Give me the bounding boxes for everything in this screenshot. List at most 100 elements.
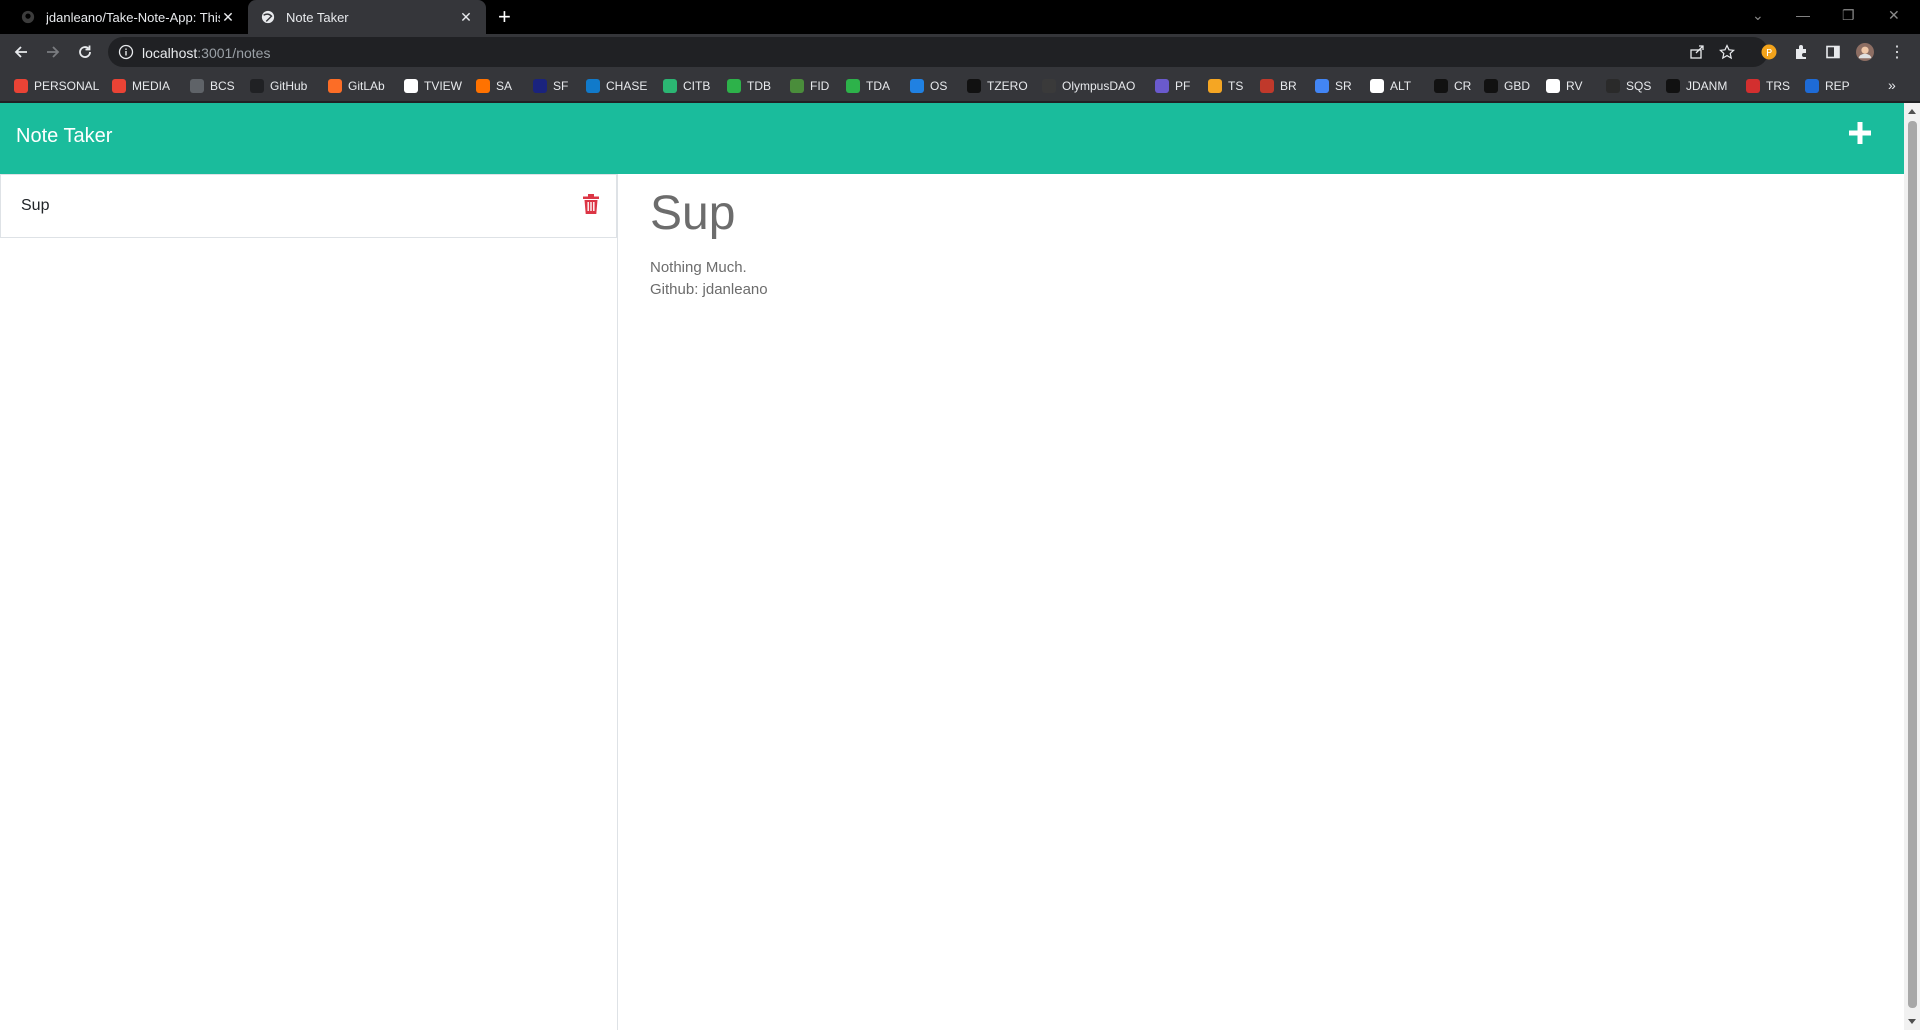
menu-icon[interactable]: ⋮	[1888, 43, 1906, 61]
bookmark-label: OlympusDAO	[1062, 79, 1136, 93]
star-icon[interactable]	[1718, 43, 1736, 61]
add-note-icon[interactable]	[1848, 121, 1872, 145]
new-tab-button[interactable]: +	[498, 5, 511, 29]
bookmark-alt[interactable]: ALT	[1370, 77, 1411, 95]
bookmark-sr[interactable]: SR	[1315, 77, 1352, 95]
bookmark-chase[interactable]: CHASE	[586, 77, 647, 95]
back-icon[interactable]	[9, 40, 33, 64]
jdanm-icon	[1666, 79, 1680, 93]
bookmark-tda[interactable]: TDA	[846, 77, 890, 95]
extension-coin-icon[interactable]: P	[1760, 43, 1778, 61]
bookmark-rv[interactable]: RV	[1546, 77, 1582, 95]
trash-icon[interactable]	[583, 194, 599, 219]
bookmark-label: RV	[1566, 79, 1583, 93]
restore-icon[interactable]: ❐	[1842, 0, 1855, 30]
github-icon	[20, 9, 36, 25]
note-text-area[interactable]: Nothing Much. Github: jdanleano	[650, 257, 768, 301]
github-icon	[250, 79, 264, 93]
bookmark-personal[interactable]: PERSONAL	[14, 77, 99, 95]
chase-icon	[586, 79, 600, 93]
citb-icon	[663, 79, 677, 93]
bookmark-sa[interactable]: SA	[476, 77, 512, 95]
bookmark-sqs[interactable]: SQS	[1606, 77, 1651, 95]
bookmark-gitlab[interactable]: GitLAb	[328, 77, 385, 95]
share-icon[interactable]	[1688, 43, 1706, 61]
info-icon[interactable]	[118, 44, 134, 65]
bookmark-br[interactable]: BR	[1260, 77, 1297, 95]
bookmark-label: GitLAb	[348, 79, 385, 93]
bookmark-label: MEDIA	[132, 79, 171, 93]
brand-title[interactable]: Note Taker	[16, 125, 112, 148]
bookmark-trs[interactable]: TRS	[1746, 77, 1790, 95]
window-close-icon[interactable]: ✕	[1888, 0, 1900, 30]
gmail-icon	[14, 79, 28, 93]
scroll-up-icon[interactable]	[1908, 109, 1916, 114]
url-host: localhost	[142, 45, 198, 61]
bookmark-pf[interactable]: PF	[1155, 77, 1190, 95]
reload-icon[interactable]	[73, 40, 97, 64]
address-bar[interactable]: localhost:3001/notes	[108, 37, 1768, 67]
bookmark-cr[interactable]: CR	[1434, 77, 1471, 95]
scrollbar[interactable]	[1904, 103, 1920, 1030]
trs-icon	[1746, 79, 1760, 93]
bookmark-label: CITB	[683, 79, 711, 93]
note-body-line: Github: jdanleano	[650, 281, 768, 298]
bookmark-label: CR	[1454, 79, 1472, 93]
bookmark-tview[interactable]: TVIEW	[404, 77, 462, 95]
url-path: :3001/notes	[197, 45, 271, 61]
bookmark-olympusdao[interactable]: OlympusDAO	[1042, 77, 1135, 95]
note-title-input[interactable]: Sup	[650, 186, 735, 241]
sa-icon	[476, 79, 490, 93]
bookmark-jdanm[interactable]: JDANM	[1666, 77, 1727, 95]
tab-note-taker[interactable]: Note Taker ✕	[248, 0, 486, 34]
bookmark-label: GBD	[1504, 79, 1531, 93]
side-panel-icon[interactable]	[1824, 43, 1842, 61]
sr-icon	[1315, 79, 1329, 93]
bookmark-citb[interactable]: CITB	[663, 77, 710, 95]
note-body-line: Nothing Much.	[650, 259, 747, 276]
bookmark-rep[interactable]: REP	[1805, 77, 1850, 95]
bookmark-sf[interactable]: SF	[533, 77, 568, 95]
bookmark-bcs[interactable]: BCS	[190, 77, 235, 95]
bookmark-label: OS	[930, 79, 948, 93]
bookmark-ts[interactable]: TS	[1208, 77, 1243, 95]
bookmark-media[interactable]: MEDIA	[112, 77, 170, 95]
forward-icon[interactable]	[41, 40, 65, 64]
bookmark-label: TZERO	[987, 79, 1028, 93]
bookmark-tdb[interactable]: TDB	[727, 77, 771, 95]
bookmark-label: ALT	[1390, 79, 1412, 93]
bookmark-label: REP	[1825, 79, 1850, 93]
close-icon[interactable]: ✕	[220, 9, 236, 26]
sqs-icon	[1606, 79, 1620, 93]
bookmark-label: GitHub	[270, 79, 308, 93]
scroll-thumb[interactable]	[1908, 121, 1917, 1008]
extensions-icon[interactable]	[1792, 43, 1810, 61]
avatar[interactable]	[1856, 43, 1874, 61]
bookmark-label: CHASE	[606, 79, 648, 93]
fidelity-icon	[790, 79, 804, 93]
close-icon[interactable]: ✕	[458, 9, 474, 26]
bookmark-label: SA	[496, 79, 513, 93]
scroll-down-icon[interactable]	[1908, 1019, 1916, 1024]
url-text: localhost:3001/notes	[142, 45, 270, 61]
bookmark-gbd[interactable]: GBD	[1484, 77, 1530, 95]
note-list: Sup	[0, 174, 618, 1030]
list-item[interactable]: Sup	[0, 174, 617, 238]
minimize-icon[interactable]: —	[1796, 0, 1810, 30]
tab-title: jdanleano/Take-Note-App: This is	[46, 9, 220, 25]
bookmark-fid[interactable]: FID	[790, 77, 829, 95]
bookmark-github[interactable]: GitHub	[250, 77, 307, 95]
olympus-icon	[1042, 79, 1056, 93]
bookmark-label: PF	[1175, 79, 1191, 93]
tab-github-repo[interactable]: jdanleano/Take-Note-App: This is ✕	[8, 0, 248, 34]
bookmark-label: BR	[1280, 79, 1297, 93]
globe-icon	[190, 79, 204, 93]
gbd-icon	[1484, 79, 1498, 93]
bookmark-label: SF	[553, 79, 569, 93]
bookmarks-overflow-icon[interactable]: »	[1888, 77, 1896, 93]
bookmark-label: TVIEW	[424, 79, 462, 93]
tab-search-icon[interactable]: ⌄	[1752, 0, 1764, 30]
bookmark-os[interactable]: OS	[910, 77, 947, 95]
bookmark-tzero[interactable]: TZERO	[967, 77, 1028, 95]
tzero-icon	[967, 79, 981, 93]
